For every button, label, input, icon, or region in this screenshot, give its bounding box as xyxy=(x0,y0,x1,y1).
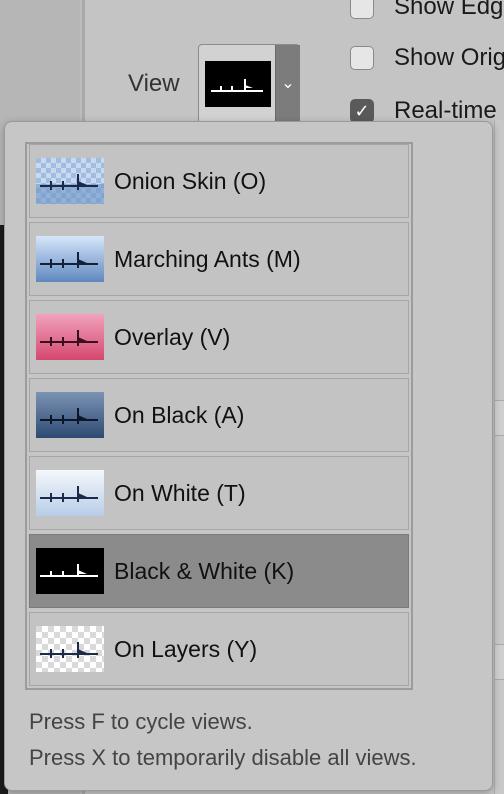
black-and-white-thumbnail xyxy=(36,548,104,594)
marching-ants-thumbnail xyxy=(36,236,104,282)
hint-disable-views: Press X to temporarily disable all views… xyxy=(29,745,417,770)
onion-skin-thumbnail xyxy=(36,158,104,204)
menu-item-marching-ants[interactable]: Marching Ants (M) xyxy=(29,222,409,296)
show-edge-option[interactable]: Show Edg xyxy=(350,0,503,22)
menu-item-onion-skin[interactable]: Onion Skin (O) xyxy=(29,144,409,218)
right-panel-nub xyxy=(495,400,504,436)
show-original-checkbox[interactable] xyxy=(350,46,374,70)
show-original-option[interactable]: Show Orig xyxy=(350,43,504,73)
menu-item-on-layers[interactable]: On Layers (Y) xyxy=(29,612,409,686)
menu-item-on-black[interactable]: On Black (A) xyxy=(29,378,409,452)
show-original-label: Show Orig xyxy=(394,44,504,71)
real-time-checkbox[interactable]: ✓ xyxy=(350,99,374,123)
on-black-thumbnail xyxy=(36,392,104,438)
menu-item-label: On Black (A) xyxy=(114,401,245,428)
menu-item-overlay[interactable]: Overlay (V) xyxy=(29,300,409,374)
view-thumbnail xyxy=(205,61,271,107)
right-panel-nub xyxy=(495,644,504,680)
menu-item-label: On Layers (Y) xyxy=(114,635,258,662)
menu-item-label: Overlay (V) xyxy=(114,323,231,350)
on-layers-thumbnail xyxy=(36,626,104,672)
view-mode-popover: Onion Skin (O) Marching Ants (M) Overlay… xyxy=(4,121,493,791)
checkmark-icon: ✓ xyxy=(354,100,370,121)
menu-item-black-and-white[interactable]: Black & White (K) xyxy=(29,534,409,608)
overlay-thumbnail xyxy=(36,314,104,360)
menu-item-label: Marching Ants (M) xyxy=(114,245,301,272)
menu-item-label: Black & White (K) xyxy=(114,557,295,584)
menu-item-label: Onion Skin (O) xyxy=(114,167,267,194)
right-panel-edge xyxy=(494,120,504,794)
view-mode-select[interactable]: ⌄ xyxy=(198,44,300,124)
menu-item-on-white[interactable]: On White (T) xyxy=(29,456,409,530)
view-mode-list: Onion Skin (O) Marching Ants (M) Overlay… xyxy=(25,142,413,690)
menu-item-label: On White (T) xyxy=(114,479,246,506)
show-edge-checkbox[interactable] xyxy=(350,0,374,19)
chevron-down-icon[interactable]: ⌄ xyxy=(275,45,300,123)
hint-cycle-views: Press F to cycle views. xyxy=(29,709,253,734)
on-white-thumbnail xyxy=(36,470,104,516)
show-edge-label: Show Edg xyxy=(394,0,504,20)
view-label: View xyxy=(128,70,180,97)
